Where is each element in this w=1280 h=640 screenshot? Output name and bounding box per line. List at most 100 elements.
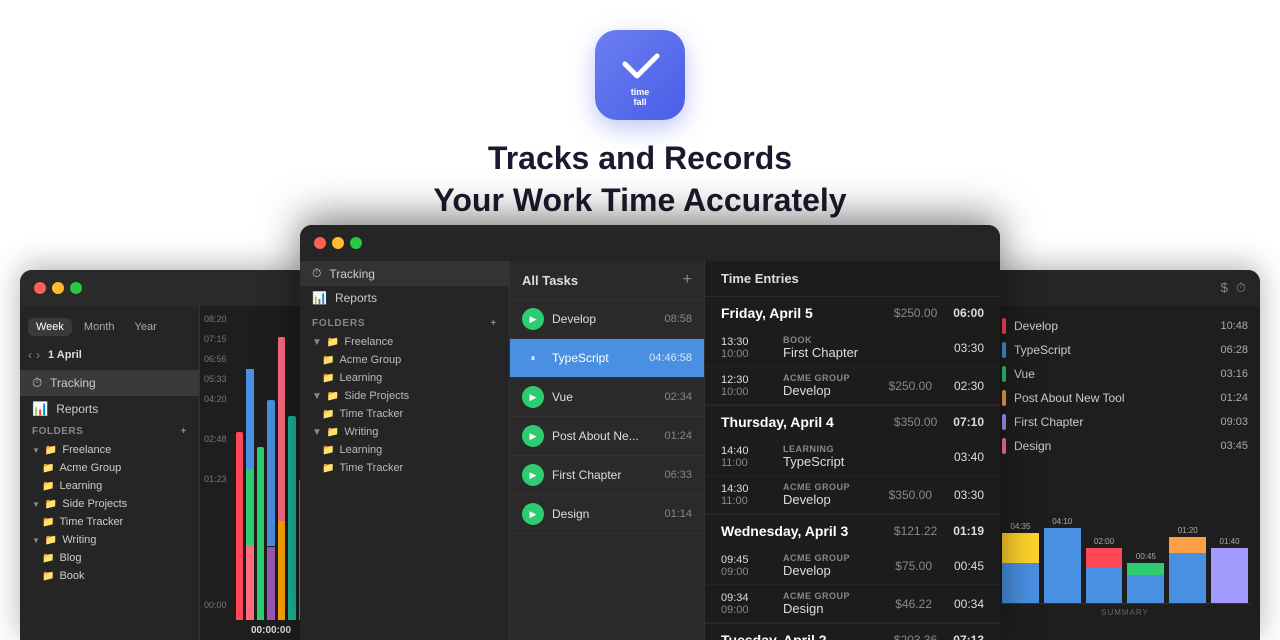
folder-freelance[interactable]: ▼ 📁 Freelance xyxy=(300,333,509,351)
sidebar-item-reports-left[interactable]: 📊 Reports xyxy=(20,396,199,422)
folder-sideprojects-left[interactable]: ▼ 📁 Side Projects xyxy=(20,495,199,513)
entry-duration: 03:30 xyxy=(944,341,984,355)
folder-acme[interactable]: 📁 Acme Group xyxy=(300,351,509,369)
tl-red-left[interactable] xyxy=(34,282,46,294)
task-name-typescript: TypeScript xyxy=(552,351,641,365)
day-meta-tuesday: $203.36 07:13 xyxy=(894,633,984,640)
tl-yellow-left[interactable] xyxy=(52,282,64,294)
task-play-develop[interactable]: ▶ xyxy=(522,308,544,330)
app-icon-inner: timefall xyxy=(595,30,685,120)
app-icon-svg xyxy=(615,42,665,92)
reports-label: Reports xyxy=(335,291,377,305)
tracking-label-left: Tracking xyxy=(50,376,96,390)
folders-add-left[interactable]: + xyxy=(181,426,187,437)
task-play-postabout[interactable]: ▶ xyxy=(522,425,544,447)
folder-label: Time Tracker xyxy=(59,516,123,528)
tasks-add-btn[interactable]: + xyxy=(683,271,692,289)
dollar-icon[interactable]: $ xyxy=(1221,280,1228,296)
right-toolbar: $ ⏱ xyxy=(1221,280,1246,296)
summary-color-develop xyxy=(1002,318,1006,334)
folder-timetracker[interactable]: 📁 Time Tracker xyxy=(300,405,509,423)
task-play-typescript[interactable]: ⏸ xyxy=(522,347,544,369)
entry-name: Develop xyxy=(783,492,865,507)
folder-icon: 📁 xyxy=(42,571,54,582)
entry-start: 14:30 xyxy=(721,483,771,495)
entry-start: 09:34 xyxy=(721,592,771,604)
folder-label: Freelance xyxy=(62,444,111,456)
folder-learning-left[interactable]: 📁 Learning xyxy=(20,477,199,495)
task-item-firstchapter[interactable]: ▶ First Chapter 06:33 xyxy=(510,456,704,495)
right-panel: $ ⏱ Develop 10:48 TypeScript 06:28 Vue xyxy=(990,270,1260,640)
task-play-vue[interactable]: ▶ xyxy=(522,386,544,408)
folder-icon: 📁 xyxy=(42,553,54,564)
next-arrow[interactable]: › xyxy=(36,348,40,362)
summary-color-vue xyxy=(1002,366,1006,382)
entry-details: ACME GROUP Design xyxy=(783,591,865,616)
folder-timetracker-left[interactable]: 📁 Time Tracker xyxy=(20,513,199,531)
sidebar-item-tracking[interactable]: ⏱ Tracking xyxy=(300,261,509,286)
folder-learning[interactable]: 📁 Learning xyxy=(300,369,509,387)
entry-time-range: 14:40 11:00 xyxy=(721,445,771,469)
time-label-2: 07:15 xyxy=(204,334,227,344)
day-group-tuesday: Tuesday, April 2 $203.36 07:13 16:00 14:… xyxy=(705,624,1000,640)
task-item-design[interactable]: ▶ Design 01:14 xyxy=(510,495,704,534)
tab-month[interactable]: Month xyxy=(76,318,123,336)
task-item-postabout[interactable]: ▶ Post About Ne... 01:24 xyxy=(510,417,704,456)
entry-friday-1[interactable]: 13:30 10:00 BOOK First Chapter 03:30 xyxy=(705,329,1000,367)
bar-1 xyxy=(236,432,243,620)
bar-stack-3 xyxy=(1086,548,1123,603)
entry-time-range: 14:30 11:00 xyxy=(721,483,771,507)
tl-green-main[interactable] xyxy=(350,237,362,249)
prev-arrow[interactable]: ‹ xyxy=(28,348,32,362)
folder-writing-timetracker[interactable]: 📁 Time Tracker xyxy=(300,459,509,477)
entry-start: 12:30 xyxy=(721,374,771,386)
expand-icon: ▼ xyxy=(32,536,40,545)
tab-week[interactable]: Week xyxy=(28,318,72,336)
task-time-design: 01:14 xyxy=(664,508,692,520)
folder-writing-left[interactable]: ▼ 📁 Writing xyxy=(20,531,199,549)
task-play-design[interactable]: ▶ xyxy=(522,503,544,525)
folder-freelance-left[interactable]: ▼ 📁 Freelance xyxy=(20,441,199,459)
entry-wednesday-1[interactable]: 09:45 09:00 ACME GROUP Develop $75.00 00… xyxy=(705,547,1000,585)
bar-label-1: 04:35 xyxy=(1010,522,1030,531)
entry-friday-2[interactable]: 12:30 10:00 ACME GROUP Develop $250.00 0… xyxy=(705,367,1000,405)
folders-add-btn[interactable]: + xyxy=(490,318,497,329)
entry-thursday-1[interactable]: 14:40 11:00 LEARNING TypeScript 03:40 xyxy=(705,438,1000,476)
tab-year[interactable]: Year xyxy=(127,318,165,336)
folder-book-left[interactable]: 📁 Book xyxy=(20,567,199,585)
tl-green-left[interactable] xyxy=(70,282,82,294)
bar-stack-6 xyxy=(1211,548,1248,603)
tl-red-main[interactable] xyxy=(314,237,326,249)
task-item-develop[interactable]: ▶ Develop 08:58 xyxy=(510,300,704,339)
entry-thursday-2[interactable]: 14:30 11:00 ACME GROUP Develop $350.00 0… xyxy=(705,476,1000,514)
bar-label-5: 01:20 xyxy=(1178,526,1198,535)
folder-acme-left[interactable]: 📁 Acme Group xyxy=(20,459,199,477)
entry-wednesday-2[interactable]: 09:34 09:00 ACME GROUP Design $46.22 00:… xyxy=(705,585,1000,623)
summary-time-vue: 03:16 xyxy=(1220,368,1248,380)
day-meta-wednesday: $121.22 01:19 xyxy=(894,524,984,538)
bar-label-3: 02:00 xyxy=(1094,537,1114,546)
folder-sideprojects[interactable]: ▼ 📁 Side Projects xyxy=(300,387,509,405)
expand-icon: ▼ xyxy=(312,427,322,438)
entry-amount: $250.00 xyxy=(877,379,932,393)
entry-duration: 03:30 xyxy=(944,488,984,502)
sidebar-item-reports[interactable]: 📊 Reports xyxy=(300,286,509,310)
sidebar-item-tracking-left[interactable]: ⏱ Tracking xyxy=(20,370,199,396)
folder-label: Learning xyxy=(339,372,382,384)
hero-title-line2: Your Work Time Accurately xyxy=(0,180,1280,222)
folder-writing[interactable]: ▼ 📁 Writing xyxy=(300,423,509,441)
task-item-vue[interactable]: ▶ Vue 02:34 xyxy=(510,378,704,417)
task-item-typescript[interactable]: ⏸ TypeScript 04:46:58 xyxy=(510,339,704,378)
entry-start: 09:45 xyxy=(721,554,771,566)
summary-item-vue: Vue 03:16 xyxy=(990,362,1260,386)
day-title-wednesday: Wednesday, April 3 xyxy=(721,523,848,539)
entries-panel: Time Entries Friday, April 5 $250.00 06:… xyxy=(705,261,1000,640)
folder-writing-learning[interactable]: 📁 Learning xyxy=(300,441,509,459)
clock-icon[interactable]: ⏱ xyxy=(1236,280,1246,296)
task-play-firstchapter[interactable]: ▶ xyxy=(522,464,544,486)
folder-blog-left[interactable]: 📁 Blog xyxy=(20,549,199,567)
task-name-design: Design xyxy=(552,507,656,521)
bar-label-2: 04:10 xyxy=(1052,517,1072,526)
folder-icon: 📁 xyxy=(45,499,57,510)
tl-yellow-main[interactable] xyxy=(332,237,344,249)
